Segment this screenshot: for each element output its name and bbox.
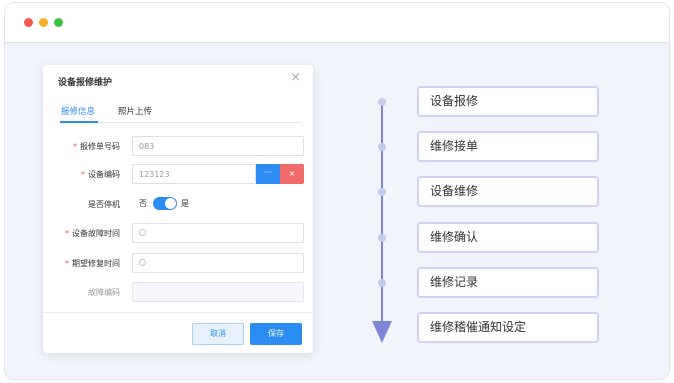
tab-photo-upload[interactable]: 照片上传 (118, 105, 152, 117)
field-row-device-code: * 设备编码 123123 ··· × (43, 164, 313, 184)
flow-line (381, 100, 383, 330)
toggle-knob (165, 198, 176, 209)
tab-active-indicator (60, 121, 98, 123)
repair-dialog: 设备报修维护 × 报修信息 照片上传 * 报修单号码 083 * 设备编码 1231… (43, 65, 313, 353)
repair-no-label: * 报修单号码 (73, 142, 120, 151)
fault-code-label: 故障编码 (88, 288, 120, 297)
repair-no-input[interactable]: 083 (132, 136, 304, 156)
expected-time-label: * 期望修复时间 (65, 259, 120, 268)
device-code-input[interactable]: 123123 (132, 164, 256, 184)
field-row-repair-no: * 报修单号码 083 (43, 136, 313, 156)
field-row-fault-time: * 设备故障时间 (43, 223, 313, 243)
arrow-down-icon (372, 321, 392, 343)
fault-time-picker[interactable] (132, 223, 304, 243)
field-row-fault-code: 故障编码 (43, 282, 313, 302)
clock-icon (139, 259, 146, 266)
clock-icon (139, 229, 146, 236)
required-mark: * (65, 229, 69, 238)
maximize-window-button[interactable] (54, 18, 63, 27)
tab-repair-info[interactable]: 报修信息 (61, 105, 95, 117)
expected-time-picker[interactable] (132, 253, 304, 273)
dialog-footer-divider (43, 312, 313, 313)
step-device-repair-request[interactable]: 设备报修 (417, 86, 599, 117)
cancel-button[interactable]: 取消 (192, 323, 244, 345)
close-icon[interactable]: × (290, 71, 301, 85)
required-mark: * (73, 142, 77, 151)
is-stopped-label: 是否停机 (88, 200, 120, 209)
field-row-expected-time: * 期望修复时间 (43, 253, 313, 273)
step-accept-order[interactable]: 维修接单 (417, 131, 599, 162)
switch-on-label: 是 (181, 199, 189, 208)
step-repair-record[interactable]: 维修记录 (417, 267, 599, 298)
flow-dot (378, 234, 386, 242)
close-window-button[interactable] (24, 18, 33, 27)
step-device-maintenance[interactable]: 设备维修 (417, 176, 599, 207)
minimize-window-button[interactable] (39, 18, 48, 27)
tab-bar: 报修信息 照片上传 (59, 105, 302, 123)
field-row-is-stopped: 是否停机 否 是 (43, 194, 313, 214)
window-titlebar (5, 3, 669, 43)
device-select-button[interactable]: ··· (256, 164, 280, 184)
required-mark: * (65, 259, 69, 268)
flow-dot (378, 98, 386, 106)
device-code-label: * 设备编码 (81, 170, 120, 179)
save-button[interactable]: 保存 (250, 323, 302, 345)
dialog-title: 设备报修维护 (58, 78, 113, 88)
fault-code-input (132, 282, 304, 302)
fault-time-label: * 设备故障时间 (65, 229, 120, 238)
device-clear-button[interactable]: × (280, 164, 304, 184)
flow-dot (378, 188, 386, 196)
step-reminder-settings[interactable]: 维修稽催通知设定 (417, 312, 599, 343)
flow-dot (378, 143, 386, 151)
required-mark: * (81, 170, 85, 179)
step-repair-confirm[interactable]: 维修确认 (417, 222, 599, 253)
switch-off-label: 否 (139, 199, 147, 208)
flow-dot (378, 279, 386, 287)
stop-toggle-switch[interactable] (153, 197, 177, 210)
